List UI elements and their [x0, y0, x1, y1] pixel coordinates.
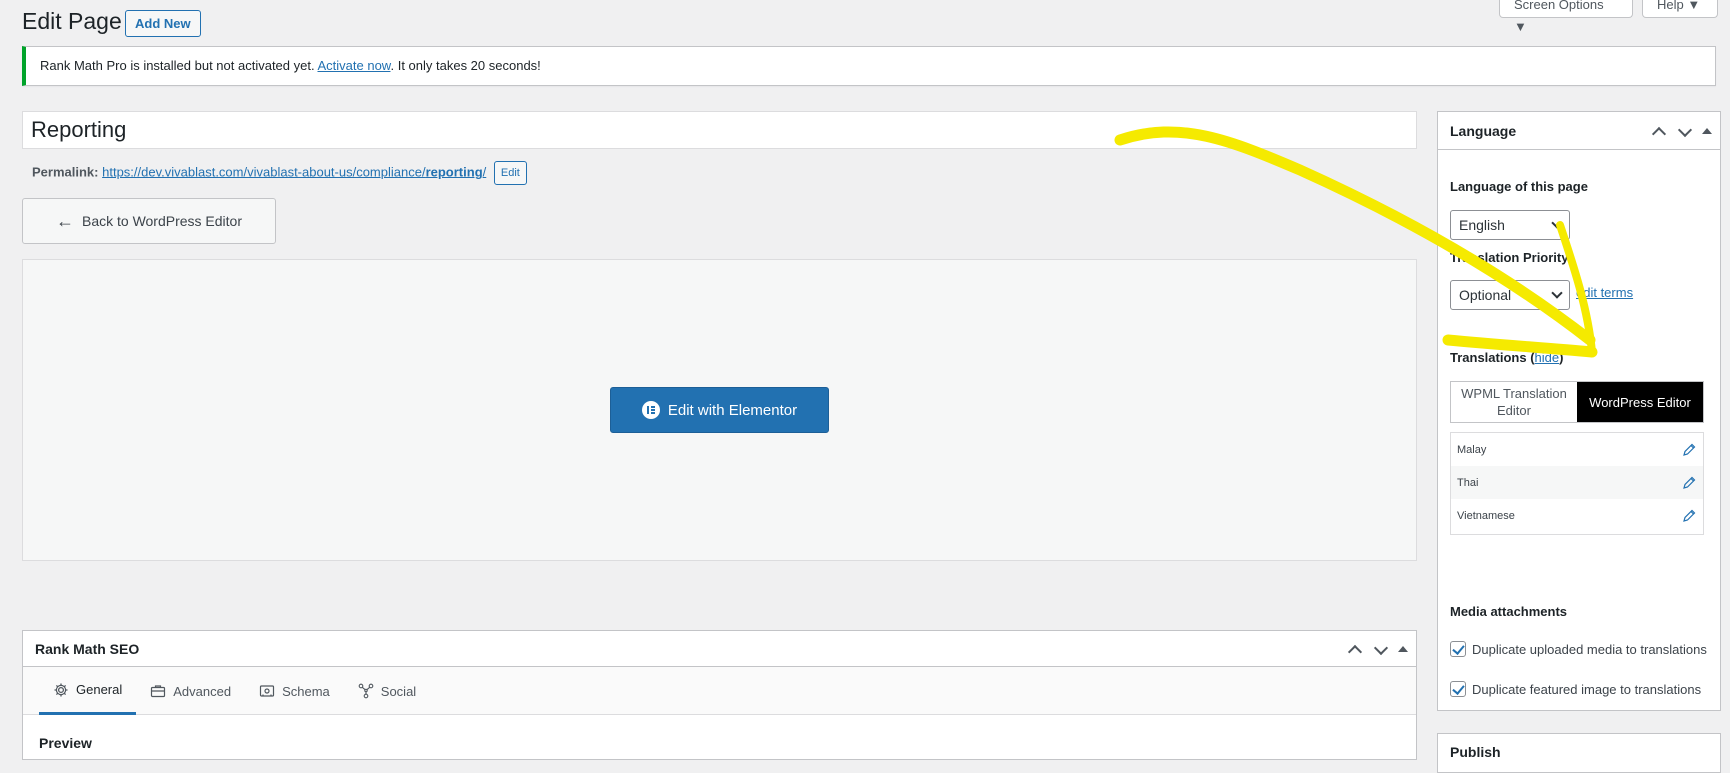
rank-math-header: Rank Math SEO: [23, 631, 1416, 667]
schema-icon: [259, 685, 275, 697]
permalink-base: https://dev.vivablast.com/vivablast-abou…: [102, 164, 426, 180]
publish-title: Publish: [1450, 744, 1501, 760]
duplicate-media-label: Duplicate uploaded media to translations: [1472, 642, 1707, 657]
toggle-panel-icon[interactable]: [1702, 128, 1712, 134]
translations-label-text: Translations (: [1450, 350, 1535, 365]
list-item: Malay: [1451, 433, 1703, 466]
tab-general[interactable]: General: [39, 667, 137, 715]
permalink-edit-button[interactable]: Edit: [493, 161, 527, 185]
edit-with-elementor-button[interactable]: Edit with Elementor: [610, 387, 829, 433]
translation-language: Thai: [1457, 476, 1479, 489]
back-to-editor-label: Back to WordPress Editor: [81, 213, 243, 229]
translation-editor-toggle: WPML Translation Editor WordPress Editor: [1450, 381, 1704, 423]
translations-list: Malay Thai Vietnamese: [1450, 432, 1704, 535]
publish-metabox: Publish: [1437, 733, 1721, 773]
language-metabox: Language Language of this page English T…: [1437, 111, 1721, 711]
duplicate-featured-checkbox-row[interactable]: Duplicate featured image to translations: [1450, 680, 1712, 700]
media-attachments-label: Media attachments: [1450, 604, 1568, 619]
wordpress-editor-option[interactable]: WordPress Editor: [1577, 382, 1703, 422]
rank-math-tabs: General Advanced Schema Social: [23, 667, 1416, 715]
arrow-left-icon: ←: [55, 211, 74, 231]
permalink-row: Permalink: https://dev.vivablast.com/viv…: [32, 161, 527, 185]
wpml-translation-editor-option[interactable]: WPML Translation Editor: [1451, 382, 1577, 422]
activate-now-link[interactable]: Activate now: [317, 58, 390, 73]
list-item: Vietnamese: [1451, 499, 1703, 532]
duplicate-media-checkbox-row[interactable]: Duplicate uploaded media to translations: [1450, 640, 1712, 660]
duplicate-featured-checkbox[interactable]: [1450, 681, 1466, 697]
page-title: Edit Page: [22, 8, 122, 34]
translation-language: Malay: [1457, 443, 1487, 456]
duplicate-featured-label: Duplicate featured image to translations: [1472, 682, 1702, 697]
translation-priority-select[interactable]: Optional: [1450, 280, 1570, 310]
tab-social[interactable]: Social: [344, 667, 430, 715]
language-header: Language: [1438, 112, 1720, 150]
help-tab[interactable]: Help ▼: [1642, 0, 1718, 18]
priority-select-value: Optional: [1459, 287, 1512, 303]
translations-label: Translations (hide): [1450, 350, 1563, 365]
language-select-value: English: [1459, 217, 1505, 233]
edit-terms-link[interactable]: edit terms: [1576, 285, 1633, 300]
add-new-button[interactable]: Add New: [125, 10, 201, 37]
permalink-slug: reporting: [425, 164, 483, 180]
tab-general-label: General: [76, 682, 123, 697]
tab-advanced-label: Advanced: [173, 683, 232, 699]
notice-text: Rank Math Pro is installed but not activ…: [40, 58, 318, 73]
post-title-input[interactable]: Reporting: [22, 111, 1417, 149]
permalink-label: Permalink:: [32, 164, 99, 180]
pencil-icon[interactable]: [1681, 442, 1697, 458]
language-of-page-label: Language of this page: [1450, 179, 1588, 194]
rank-math-seo-box: Rank Math SEO General Advanced Schema So…: [22, 630, 1417, 760]
move-up-icon[interactable]: [1346, 641, 1362, 657]
move-down-icon[interactable]: [1676, 123, 1692, 139]
back-to-wordpress-editor-button[interactable]: ← Back to WordPress Editor: [22, 198, 276, 244]
rank-math-notice: Rank Math Pro is installed but not activ…: [22, 46, 1716, 86]
briefcase-icon: [151, 685, 166, 698]
pencil-icon[interactable]: [1681, 475, 1697, 491]
chevron-down-icon: [1551, 217, 1563, 229]
tab-advanced[interactable]: Advanced: [136, 667, 245, 715]
permalink-link[interactable]: https://dev.vivablast.com/vivablast-abou…: [102, 164, 486, 179]
pencil-icon[interactable]: [1681, 508, 1697, 524]
language-box-controls: [1650, 112, 1712, 150]
list-item: Thai: [1451, 466, 1703, 499]
rank-math-box-controls: [1346, 631, 1408, 667]
tab-schema[interactable]: Schema: [245, 667, 344, 715]
gear-icon: [54, 683, 68, 696]
language-title: Language: [1450, 123, 1517, 139]
share-network-icon: [358, 683, 374, 699]
chevron-down-icon: [1551, 287, 1563, 299]
rank-math-title: Rank Math SEO: [35, 641, 140, 657]
translation-language: Vietnamese: [1457, 509, 1515, 522]
language-select[interactable]: English: [1450, 210, 1570, 240]
tab-schema-label: Schema: [282, 683, 330, 699]
elementor-icon: [641, 401, 660, 419]
translations-label-close: ): [1559, 350, 1564, 365]
move-up-icon[interactable]: [1650, 123, 1666, 139]
tab-social-label: Social: [380, 683, 417, 699]
toggle-panel-icon[interactable]: [1398, 646, 1408, 652]
translations-hide-link[interactable]: hide: [1535, 350, 1560, 365]
notice-text-suffix: . It only takes 20 seconds!: [390, 58, 541, 73]
duplicate-media-checkbox[interactable]: [1450, 641, 1466, 657]
preview-heading: Preview: [39, 735, 92, 751]
edit-with-elementor-label: Edit with Elementor: [667, 401, 798, 419]
screen-options-tab[interactable]: Screen Options ▼: [1499, 0, 1633, 34]
permalink-trail: /: [482, 164, 487, 180]
translation-priority-label: Translation Priority: [1450, 250, 1569, 265]
move-down-icon[interactable]: [1372, 641, 1388, 657]
